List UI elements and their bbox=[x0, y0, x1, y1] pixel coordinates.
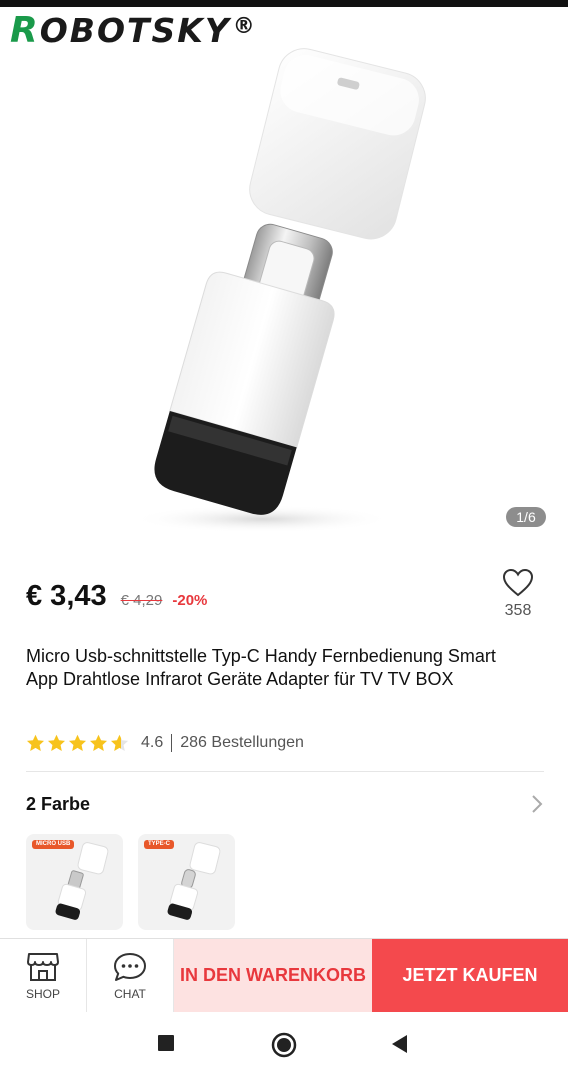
heart-icon bbox=[502, 568, 534, 597]
rating-divider bbox=[171, 734, 173, 752]
rating-row[interactable]: 4.6 286 Bestellungen bbox=[26, 731, 304, 755]
chat-bubble-icon bbox=[114, 952, 146, 981]
product-detail-screen: ROBOTSKY® 1/6 € 3,43 € 4,29 -20% 358 Mic… bbox=[0, 0, 568, 1080]
section-divider bbox=[26, 771, 544, 772]
star-icon bbox=[89, 734, 108, 751]
rating-value: 4.6 bbox=[141, 734, 164, 751]
buy-now-button[interactable]: JETZT KAUFEN bbox=[372, 939, 568, 1012]
discount-badge: -20% bbox=[172, 592, 208, 609]
variant-thumbnails: MICRO USB TYPE-C bbox=[26, 834, 235, 930]
wishlist-count: 358 bbox=[504, 602, 532, 619]
rating-stars bbox=[26, 734, 129, 752]
circle-icon[interactable] bbox=[271, 1032, 297, 1058]
star-icon bbox=[47, 734, 66, 751]
product-image-gallery[interactable]: ROBOTSKY® 1/6 bbox=[0, 7, 568, 543]
chat-label: CHAT bbox=[114, 986, 146, 1001]
star-icon bbox=[68, 734, 87, 751]
variant-option-micro-usb[interactable]: MICRO USB bbox=[26, 834, 123, 930]
triangle-back-icon[interactable] bbox=[391, 1034, 409, 1054]
variant-tag: MICRO USB bbox=[32, 840, 75, 849]
system-navigation-bar bbox=[0, 1012, 568, 1080]
square-icon[interactable] bbox=[157, 1034, 175, 1052]
variant-selector-row[interactable]: 2 Farbe bbox=[26, 790, 546, 818]
order-count: 286 Bestellungen bbox=[180, 734, 304, 751]
status-bar bbox=[0, 0, 568, 7]
price-row: € 3,43 € 4,29 -20% bbox=[26, 580, 207, 624]
shop-label: SHOP bbox=[25, 986, 60, 1001]
current-price: € 3,43 bbox=[26, 580, 107, 612]
star-icon bbox=[26, 734, 45, 751]
variant-option-type-c[interactable]: TYPE-C bbox=[138, 834, 235, 930]
brand-logo: ROBOTSKY® bbox=[10, 10, 257, 51]
product-image bbox=[132, 48, 426, 533]
chat-button[interactable]: CHAT bbox=[87, 939, 174, 1012]
half-star-icon bbox=[110, 734, 129, 751]
wishlist-button[interactable]: 358 bbox=[496, 568, 540, 632]
product-title: Micro Usb-schnittstelle Typ-C Handy Fern… bbox=[26, 646, 496, 689]
variant-tag: TYPE-C bbox=[144, 840, 175, 849]
original-price: € 4,29 bbox=[120, 592, 163, 609]
bottom-action-bar: SHOP CHAT IN DEN WARENKORB JETZT KAUFEN bbox=[0, 938, 568, 1012]
add-to-cart-button[interactable]: IN DEN WARENKORB bbox=[174, 939, 372, 1012]
variant-label: 2 Farbe bbox=[26, 794, 91, 814]
chevron-right-icon bbox=[532, 795, 543, 813]
image-page-indicator: 1/6 bbox=[506, 507, 546, 527]
shop-button[interactable]: SHOP bbox=[0, 939, 87, 1012]
store-icon bbox=[27, 952, 59, 981]
